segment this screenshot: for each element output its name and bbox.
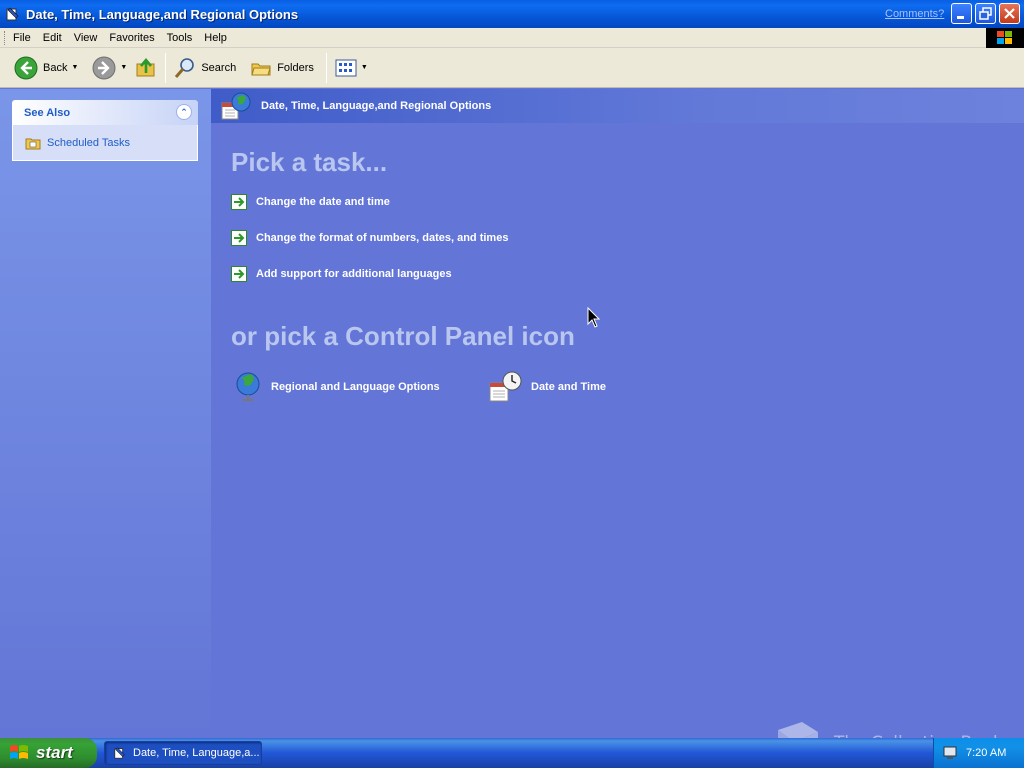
see-also-panel: See Also ⌃ Scheduled Tasks: [12, 100, 198, 161]
see-also-item-scheduled-tasks[interactable]: Scheduled Tasks: [25, 136, 130, 150]
task-label: Change the format of numbers, dates, and…: [256, 232, 509, 244]
task-label: Add support for additional languages: [256, 268, 452, 280]
menu-view[interactable]: View: [68, 32, 104, 44]
close-icon: [1004, 8, 1015, 19]
task-arrow-icon: [231, 266, 247, 282]
pick-task-heading: Pick a task...: [231, 147, 388, 177]
calendar-clock-icon: [489, 371, 522, 402]
see-also-item-label: Scheduled Tasks: [47, 136, 130, 149]
views-button[interactable]: ▼: [331, 52, 372, 84]
task-change-format[interactable]: Change the format of numbers, dates, and…: [231, 230, 508, 246]
menu-file[interactable]: File: [7, 32, 37, 44]
minimize-icon: [957, 16, 964, 19]
back-arrow-icon: [14, 56, 38, 79]
category-header-title: Date, Time, Language,and Regional Option…: [261, 100, 492, 112]
folders-button[interactable]: Folders: [246, 52, 318, 84]
back-dropdown-icon[interactable]: ▼: [71, 64, 78, 71]
search-icon: [175, 57, 195, 78]
up-folder-icon: [136, 57, 155, 76]
restore-icon: [979, 7, 992, 20]
menu-tools[interactable]: Tools: [161, 32, 199, 44]
control-panel-icon: [114, 747, 125, 759]
windows-flag-icon: [10, 745, 28, 759]
task-add-languages[interactable]: Add support for additional languages: [231, 266, 452, 282]
folders-icon: [251, 63, 271, 75]
globe-icon: [236, 372, 260, 401]
network-tray-icon[interactable]: [942, 745, 960, 761]
task-arrow-icon: [231, 194, 247, 210]
mouse-cursor-icon: [587, 307, 601, 328]
close-button[interactable]: [999, 3, 1020, 24]
forward-dropdown-icon[interactable]: ▼: [120, 64, 127, 71]
title-bar[interactable]: Date, Time, Language,and Regional Option…: [0, 0, 1024, 28]
task-arrow-icon: [231, 230, 247, 246]
task-change-date-time[interactable]: Change the date and time: [231, 194, 390, 210]
date-time-category-icon: [221, 92, 251, 120]
task-label: Change the date and time: [256, 196, 390, 208]
taskbar-item-active-window[interactable]: Date, Time, Language,a...: [104, 741, 262, 765]
category-header: Date, Time, Language,and Regional Option…: [211, 89, 1024, 123]
see-also-body: Scheduled Tasks: [12, 125, 198, 161]
menu-favorites[interactable]: Favorites: [103, 32, 160, 44]
cp-icon-label: Date and Time: [531, 381, 606, 393]
back-label: Back: [43, 61, 68, 74]
start-label: start: [36, 743, 73, 762]
comments-link[interactable]: Comments?: [885, 8, 944, 20]
system-tray: 7:20 AM: [933, 738, 1024, 768]
pick-icon-heading: or pick a Control Panel icon: [231, 321, 575, 351]
windows-flag-icon: [997, 31, 1012, 44]
windows-logo: [986, 28, 1024, 48]
views-dropdown-icon[interactable]: ▼: [361, 64, 368, 71]
cp-icon-regional-language[interactable]: Regional and Language Options: [233, 371, 440, 403]
up-folder-button[interactable]: [131, 52, 161, 84]
toolbar: Back ▼ ▼ Search Folders ▼: [0, 48, 1024, 88]
forward-button[interactable]: ▼: [88, 52, 131, 84]
folders-label: Folders: [277, 61, 314, 74]
collapse-chevron-icon[interactable]: ⌃: [176, 104, 192, 120]
control-panel-icon: [6, 7, 19, 21]
restore-button[interactable]: [975, 3, 996, 24]
minimize-button[interactable]: [951, 3, 972, 24]
scheduled-tasks-icon: [25, 138, 41, 149]
menu-bar: File Edit View Favorites Tools Help: [0, 28, 1024, 48]
task-pane: See Also ⌃ Scheduled Tasks: [0, 89, 211, 737]
menu-edit[interactable]: Edit: [37, 32, 68, 44]
see-also-header[interactable]: See Also ⌃: [12, 100, 198, 125]
taskbar: start Date, Time, Language,a... 7:20 AM: [0, 738, 1024, 768]
back-button[interactable]: Back ▼: [10, 52, 82, 84]
search-label: Search: [201, 61, 237, 74]
window-title: Date, Time, Language,and Regional Option…: [26, 6, 299, 22]
toolbar-separator: [165, 52, 167, 83]
cp-icon-date-time[interactable]: Date and Time: [489, 371, 606, 403]
toolbar-separator-2: [325, 52, 327, 83]
search-button[interactable]: Search: [170, 52, 240, 84]
views-icon: [335, 59, 357, 76]
see-also-title: See Also: [24, 106, 71, 119]
taskbar-item-label: Date, Time, Language,a...: [133, 747, 260, 759]
start-button[interactable]: start: [0, 738, 97, 768]
cp-icon-label: Regional and Language Options: [271, 381, 440, 393]
forward-arrow-icon: [92, 56, 116, 79]
menu-help[interactable]: Help: [198, 32, 233, 44]
content-pane: Date, Time, Language,and Regional Option…: [211, 89, 1024, 737]
clock[interactable]: 7:20 AM: [966, 747, 1006, 759]
